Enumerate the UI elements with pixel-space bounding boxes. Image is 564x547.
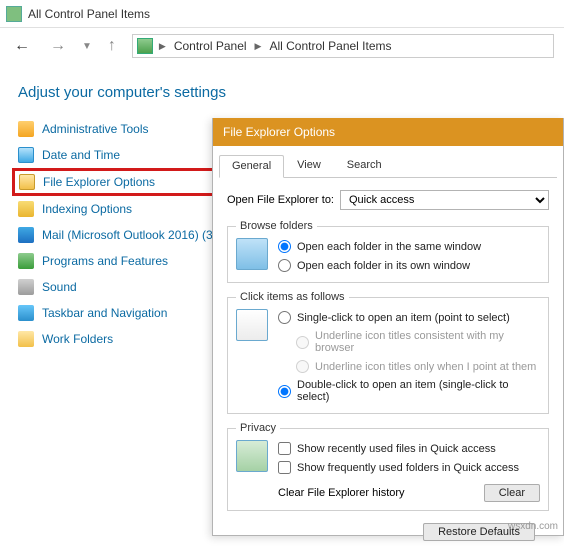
cp-item-indexing[interactable]: Indexing Options — [18, 201, 230, 217]
page-heading: Adjust your computer's settings — [0, 64, 564, 121]
forward-button[interactable]: → — [46, 35, 70, 57]
opt-single-click[interactable]: Single-click to open an item (point to s… — [278, 309, 540, 326]
window-titlebar: All Control Panel Items — [0, 0, 564, 28]
opt-underline-point: Underline icon titles only when I point … — [278, 358, 540, 375]
dialog-body: Open File Explorer to: Quick access Brow… — [213, 178, 563, 547]
watermark: wsxdn.com — [508, 521, 558, 532]
location-icon — [137, 38, 153, 54]
cp-item-programs[interactable]: Programs and Features — [18, 253, 230, 269]
clear-history-label: Clear File Explorer history — [278, 487, 405, 499]
opt-frequent-folders[interactable]: Show frequently used folders in Quick ac… — [278, 459, 540, 476]
check-label: Show frequently used folders in Quick ac… — [297, 462, 519, 474]
date-time-icon — [18, 147, 34, 163]
radio-single-click[interactable] — [278, 311, 291, 324]
window-title: All Control Panel Items — [28, 7, 150, 21]
radio-double-click[interactable] — [278, 385, 291, 398]
breadcrumb-control-panel[interactable]: Control Panel — [172, 39, 249, 53]
check-label: Show recently used files in Quick access — [297, 443, 496, 455]
cursor-icon — [236, 309, 268, 341]
open-explorer-to-row: Open File Explorer to: Quick access — [227, 190, 549, 210]
programs-icon — [18, 253, 34, 269]
tab-search[interactable]: Search — [334, 154, 395, 177]
click-items-group: Click items as follows Single-click to o… — [227, 291, 549, 414]
opt-same-window[interactable]: Open each folder in the same window — [278, 238, 540, 255]
radio-same-window[interactable] — [278, 240, 291, 253]
nav-toolbar: ← → ▼ ↑ ▶ Control Panel ▶ All Control Pa… — [0, 28, 564, 64]
radio-label: Double-click to open an item (single-cli… — [297, 379, 540, 403]
mail-icon — [18, 227, 34, 243]
cp-item-work-folders[interactable]: Work Folders — [18, 331, 230, 347]
taskbar-icon — [18, 305, 34, 321]
open-explorer-to-select[interactable]: Quick access — [340, 190, 549, 210]
check-recent-files[interactable] — [278, 442, 291, 455]
cp-link[interactable]: Date and Time — [42, 148, 120, 162]
radio-underline-browser — [296, 336, 309, 349]
clear-button[interactable]: Clear — [484, 484, 540, 502]
admin-tools-icon — [18, 121, 34, 137]
address-bar[interactable]: ▶ Control Panel ▶ All Control Panel Item… — [132, 34, 554, 58]
cp-link[interactable]: Indexing Options — [42, 202, 132, 216]
opt-double-click[interactable]: Double-click to open an item (single-cli… — [278, 377, 540, 405]
control-panel-icon — [6, 6, 22, 22]
chevron-right-icon: ▶ — [157, 41, 168, 52]
up-button[interactable]: ↑ — [104, 35, 120, 57]
open-explorer-to-label: Open File Explorer to: — [227, 194, 334, 206]
cp-item-mail[interactable]: Mail (Microsoft Outlook 2016) (3 — [18, 227, 230, 243]
dialog-titlebar[interactable]: File Explorer Options — [213, 118, 563, 146]
tab-general[interactable]: General — [219, 155, 284, 178]
folder-options-icon — [19, 174, 35, 190]
folders-icon — [236, 238, 268, 270]
cp-item-taskbar[interactable]: Taskbar and Navigation — [18, 305, 230, 321]
browse-folders-group: Browse folders Open each folder in the s… — [227, 220, 549, 283]
history-icon — [236, 440, 268, 472]
cp-link[interactable]: Work Folders — [42, 332, 113, 346]
dialog-tabs: General View Search — [219, 154, 557, 178]
cp-item-admin-tools[interactable]: Administrative Tools — [18, 121, 230, 137]
breadcrumb-all-items[interactable]: All Control Panel Items — [267, 39, 393, 53]
privacy-legend: Privacy — [236, 422, 280, 434]
radio-underline-point — [296, 360, 309, 373]
file-explorer-options-dialog: File Explorer Options General View Searc… — [212, 118, 564, 536]
radio-label: Underline icon titles only when I point … — [315, 361, 536, 373]
opt-underline-browser: Underline icon titles consistent with my… — [278, 328, 540, 356]
cp-link[interactable]: Taskbar and Navigation — [42, 306, 167, 320]
check-frequent-folders[interactable] — [278, 461, 291, 474]
radio-label: Underline icon titles consistent with my… — [315, 330, 540, 354]
indexing-icon — [18, 201, 34, 217]
cp-link[interactable]: Mail (Microsoft Outlook 2016) (3 — [42, 228, 213, 242]
cp-link[interactable]: Programs and Features — [42, 254, 168, 268]
dialog-title: File Explorer Options — [223, 125, 335, 139]
cp-link[interactable]: File Explorer Options — [43, 175, 155, 189]
control-panel-list: Administrative Tools Date and Time File … — [0, 121, 230, 347]
cp-link[interactable]: Administrative Tools — [42, 122, 149, 136]
sound-icon — [18, 279, 34, 295]
history-dropdown[interactable]: ▼ — [82, 41, 92, 52]
privacy-group: Privacy Show recently used files in Quic… — [227, 422, 549, 511]
chevron-right-icon: ▶ — [253, 41, 264, 52]
radio-label: Single-click to open an item (point to s… — [297, 312, 510, 324]
opt-own-window[interactable]: Open each folder in its own window — [278, 257, 540, 274]
back-button[interactable]: ← — [10, 35, 34, 57]
radio-own-window[interactable] — [278, 259, 291, 272]
cp-item-sound[interactable]: Sound — [18, 279, 230, 295]
work-folders-icon — [18, 331, 34, 347]
opt-recent-files[interactable]: Show recently used files in Quick access — [278, 440, 540, 457]
cp-link[interactable]: Sound — [42, 280, 77, 294]
cp-item-file-explorer-options[interactable]: File Explorer Options — [12, 168, 236, 196]
cp-item-date-time[interactable]: Date and Time — [18, 147, 230, 163]
browse-folders-legend: Browse folders — [236, 220, 317, 232]
radio-label: Open each folder in the same window — [297, 241, 481, 253]
click-items-legend: Click items as follows — [236, 291, 349, 303]
radio-label: Open each folder in its own window — [297, 260, 470, 272]
tab-view[interactable]: View — [284, 154, 334, 177]
